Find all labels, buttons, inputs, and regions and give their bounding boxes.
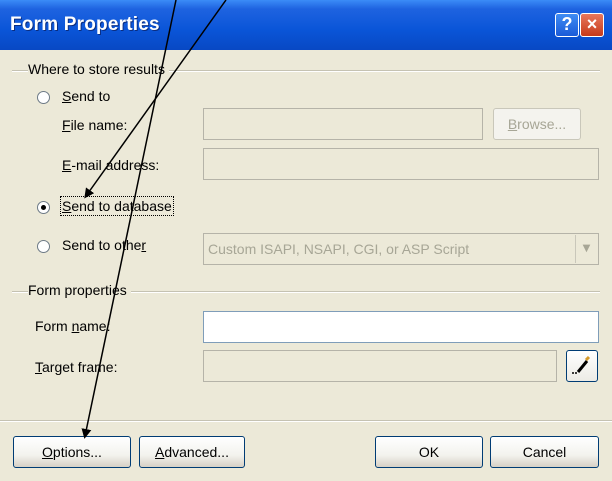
form-properties-dialog: Form Properties ? × Where to store resul… [0,0,612,481]
annotation-arrows [81,0,227,439]
annotation-arrow-to-options [81,0,177,439]
